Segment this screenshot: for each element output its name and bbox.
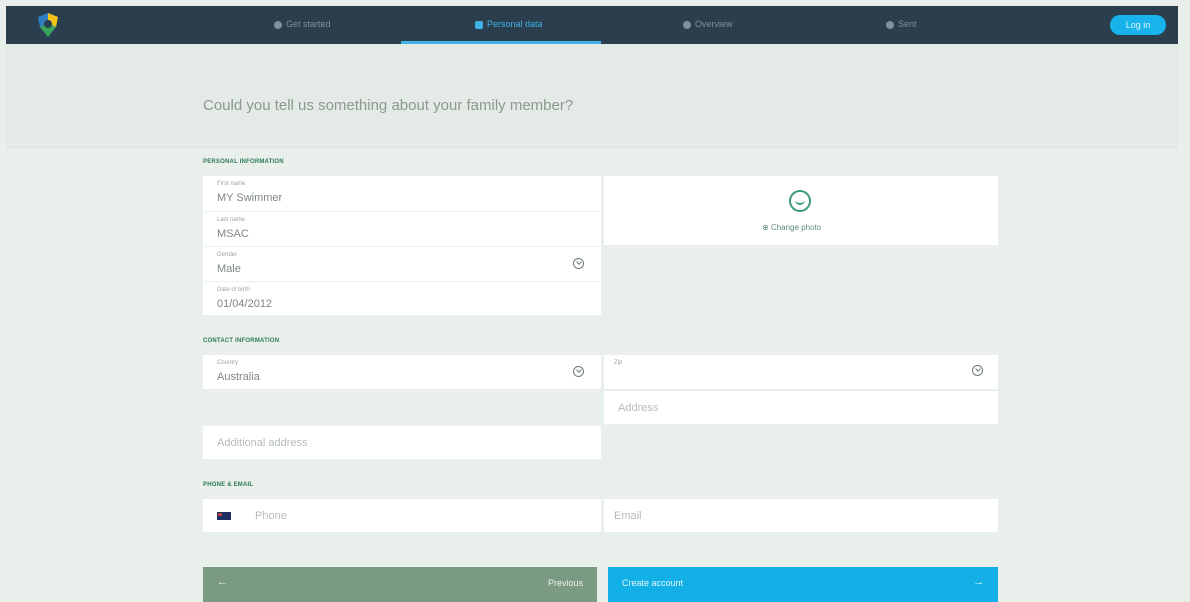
first-name-field[interactable]: First name MY Swimmer <box>203 176 601 211</box>
page-question: Could you tell us something about your f… <box>203 97 574 114</box>
first-name-label: First name <box>217 181 246 187</box>
country-value[interactable]: Australia <box>217 371 260 383</box>
previous-label: Previous <box>547 578 583 588</box>
zip-label: Zip <box>614 360 623 366</box>
personal-fields-card: First name MY Swimmer Last name MSAC Gen… <box>203 176 601 315</box>
first-name-value[interactable]: MY Swimmer <box>217 192 282 204</box>
gender-label: Gender <box>217 252 238 258</box>
last-name-value[interactable]: MSAC <box>217 228 249 240</box>
home-icon <box>274 20 282 29</box>
section-label-contact: CONTACT INFORMATION <box>203 338 280 344</box>
phone-placeholder: Phone <box>255 510 287 522</box>
logo-icon[interactable] <box>34 11 62 39</box>
zip-select[interactable]: Zip <box>604 355 998 389</box>
section-label-personal: PERSONAL INFORMATION <box>203 159 284 165</box>
chevron-down-icon[interactable] <box>573 258 584 269</box>
profile-icon <box>475 20 483 29</box>
last-name-field[interactable]: Last name MSAC <box>203 212 601 246</box>
question-header-band <box>6 44 1178 148</box>
date-of-birth-field[interactable]: Date of birth 01/04/2012 <box>203 282 601 315</box>
additional-address-placeholder: Additional address <box>217 437 308 449</box>
chevron-down-icon[interactable] <box>972 365 983 376</box>
avatar-icon <box>789 190 811 212</box>
change-photo-link[interactable]: ⊕ Change photo <box>762 223 821 232</box>
additional-address-field[interactable]: Additional address <box>203 426 601 459</box>
date-of-birth-value[interactable]: 01/04/2012 <box>217 298 272 310</box>
country-label: Country <box>217 360 239 366</box>
step-label: Overview <box>695 19 733 29</box>
arrow-right-icon: → <box>973 576 984 588</box>
step-overview[interactable]: Overview <box>683 6 733 44</box>
login-button[interactable]: Log in <box>1110 15 1166 35</box>
email-placeholder: Email <box>614 510 642 522</box>
phone-field[interactable]: Phone <box>203 499 601 532</box>
create-account-label: Create account <box>622 578 684 588</box>
step-label: Personal data <box>487 19 543 29</box>
date-of-birth-label: Date of birth <box>217 287 250 293</box>
step-personal-data[interactable]: Personal data <box>475 6 543 44</box>
arrow-left-icon: ← <box>217 576 228 588</box>
create-account-button[interactable]: Create account → <box>608 567 998 602</box>
address-placeholder: Address <box>618 402 659 414</box>
last-name-label: Last name <box>217 217 246 223</box>
top-navigation-bar: Get started Personal data Overview Sent … <box>6 6 1178 44</box>
section-label-phone-email: PHONE & EMAIL <box>203 482 254 488</box>
step-label: Get started <box>286 19 331 29</box>
address-field[interactable]: Address <box>604 391 998 424</box>
gender-select[interactable]: Gender Male <box>203 247 601 281</box>
australia-flag-icon[interactable] <box>217 512 231 520</box>
step-get-started[interactable]: Get started <box>274 6 331 44</box>
gender-value[interactable]: Male <box>217 263 241 275</box>
email-field[interactable]: Email <box>604 499 998 532</box>
previous-button[interactable]: ← Previous <box>203 567 597 602</box>
chevron-down-icon[interactable] <box>573 366 584 377</box>
step-sent[interactable]: Sent <box>886 6 917 44</box>
step-label: Sent <box>898 19 917 29</box>
overview-icon <box>683 20 691 29</box>
send-icon <box>886 20 894 29</box>
country-select[interactable]: Country Australia <box>203 355 601 389</box>
